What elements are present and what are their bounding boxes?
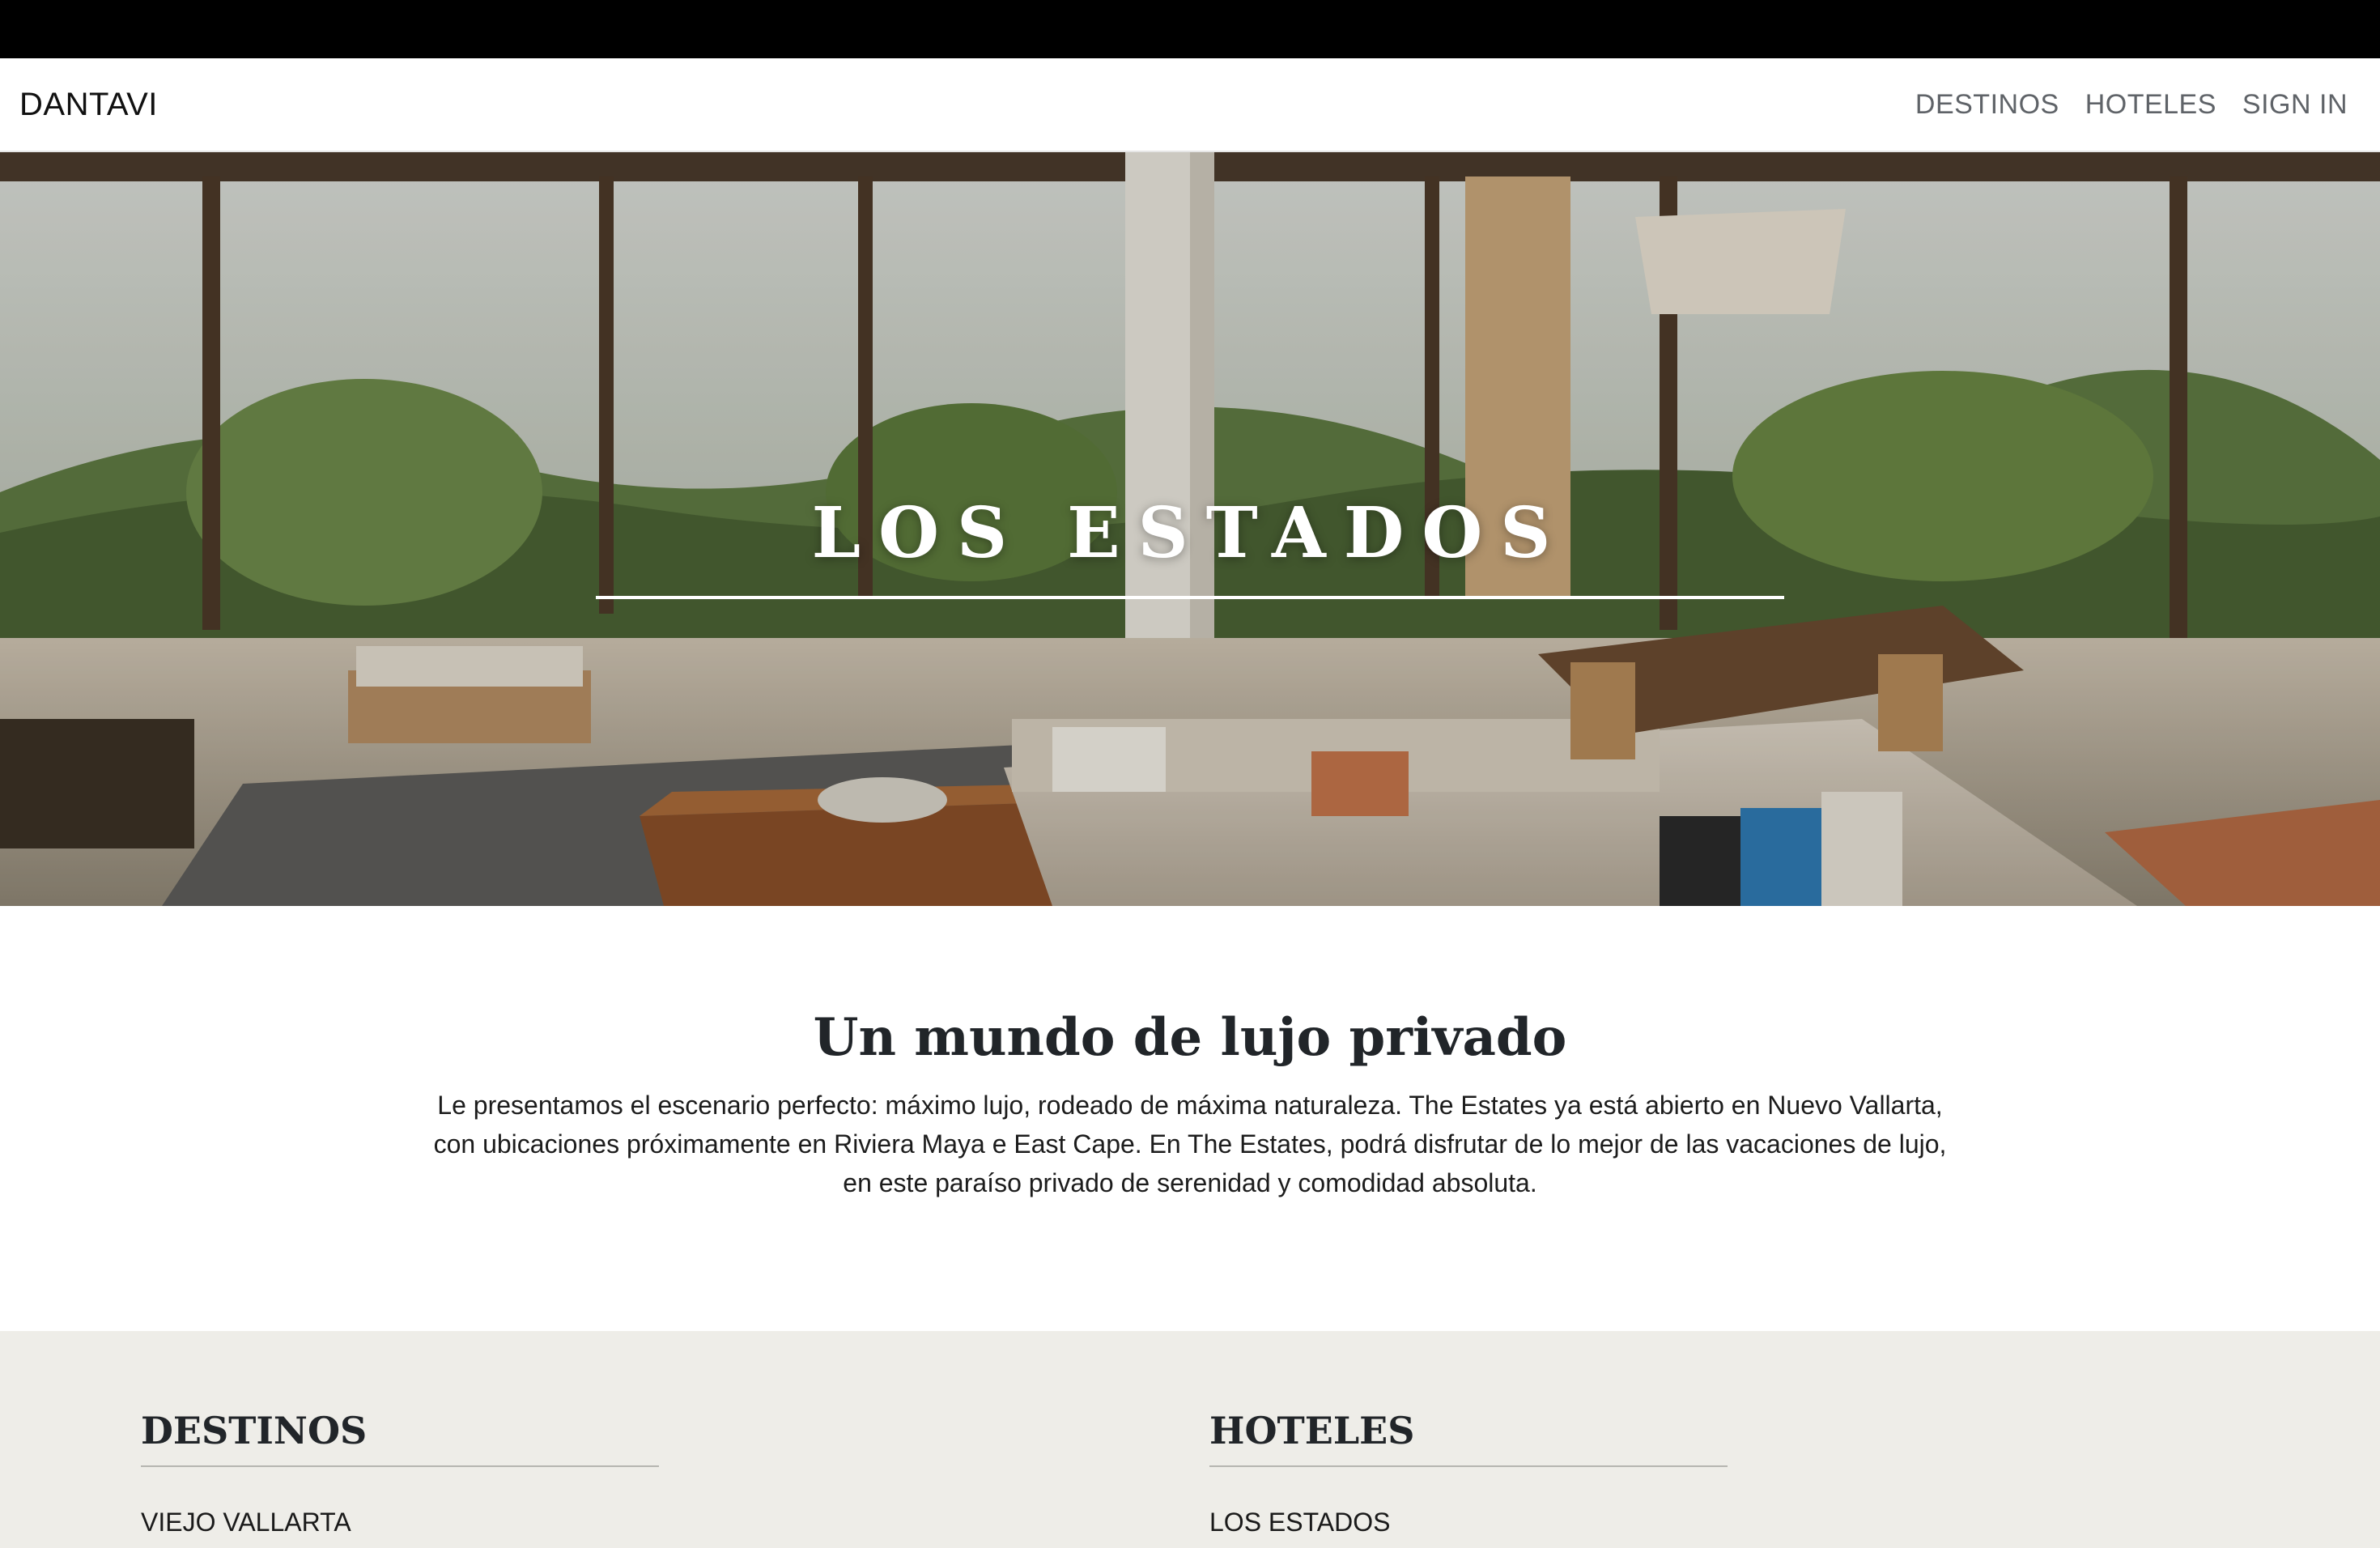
footer: DESTINOS VIEJO VALLARTA HOTELES LOS ESTA… — [0, 1331, 2380, 1548]
nav-links: DESTINOS HOTELES SIGN IN — [1889, 89, 2348, 121]
hero-banner: LOS ESTADOS — [0, 152, 2380, 906]
footer-hoteles-heading: HOTELES — [1209, 1409, 1728, 1467]
hero-title: LOS ESTADOS — [811, 492, 1569, 574]
hero-divider — [596, 596, 1784, 599]
nav-link-sign-in[interactable]: SIGN IN — [2242, 89, 2348, 121]
intro-heading: Un mundo de lujo privado — [813, 1007, 1567, 1068]
footer-destinos-column: DESTINOS VIEJO VALLARTA — [141, 1409, 659, 1537]
footer-hoteles-column: HOTELES LOS ESTADOS — [1209, 1409, 1728, 1537]
footer-link-los-estados[interactable]: LOS ESTADOS — [1209, 1508, 1728, 1537]
navbar: DANTAVI DESTINOS HOTELES SIGN IN — [0, 58, 2380, 152]
brand-logo[interactable]: DANTAVI — [19, 87, 158, 123]
browser-top-bar — [0, 0, 2380, 58]
intro-section: Un mundo de lujo privado Le presentamos … — [0, 906, 2380, 1331]
footer-link-viejo-vallarta[interactable]: VIEJO VALLARTA — [141, 1508, 659, 1537]
nav-link-hoteles[interactable]: HOTELES — [2085, 89, 2216, 121]
footer-destinos-heading: DESTINOS — [141, 1409, 659, 1467]
nav-link-destinos[interactable]: DESTINOS — [1915, 89, 2059, 121]
intro-paragraph: Le presentamos el escenario perfecto: má… — [433, 1091, 1947, 1197]
